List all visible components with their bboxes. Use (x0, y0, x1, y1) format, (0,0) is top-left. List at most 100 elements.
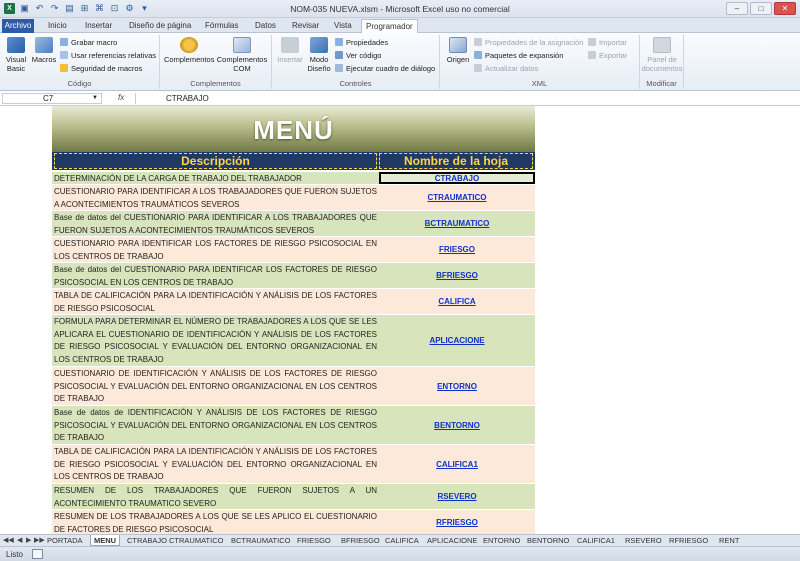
sheet-link[interactable]: CTRABAJO (379, 172, 535, 184)
tab-vista[interactable]: Vista (330, 20, 356, 32)
modo-diseno-button[interactable]: Modo Diseño (305, 37, 333, 73)
importar-label: Importar (599, 38, 627, 47)
sheet-link[interactable]: CALIFICA (379, 289, 535, 314)
propiedades-asignacion-button[interactable]: Propiedades de la asignación (474, 38, 583, 48)
sheet-tab[interactable]: BFRIESGO (338, 535, 383, 546)
name-box[interactable]: C7 ▼ (2, 93, 102, 104)
column-headers: Descripción Nombre de la hoja (52, 152, 535, 170)
seguridad-macros-label: Seguridad de macros (71, 64, 143, 73)
ejecutar-cuadro-label: Ejecutar cuadro de diálogo (346, 64, 436, 73)
complementos-button[interactable]: Complementos (164, 37, 214, 64)
exportar-button[interactable]: Exportar (588, 51, 627, 61)
tab-programador[interactable]: Programador (361, 19, 418, 33)
row-description: TABLA DE CALIFICACIÓN PARA LA IDENTIFICA… (54, 447, 377, 482)
maximize-icon[interactable]: □ (750, 2, 772, 15)
grabar-macro-button[interactable]: Grabar macro (60, 38, 117, 48)
sheet-tab[interactable]: ENTORNO (480, 535, 523, 546)
chevron-down-icon[interactable]: ▼ (92, 94, 98, 103)
complementos-com-button[interactable]: Complementos COM (216, 37, 268, 73)
tab-inicio[interactable]: Inicio (44, 20, 71, 32)
sheet-tab[interactable]: PORTADA (44, 535, 86, 546)
sheet-tab[interactable]: CTRABAJO (124, 535, 170, 546)
macros-label: Macros (31, 55, 57, 64)
ver-codigo-label: Ver código (346, 51, 382, 60)
visual-basic-button[interactable]: Visual Basic (3, 37, 29, 73)
sheet-tab[interactable]: FRIESGO (294, 535, 334, 546)
table-row: TABLA DE CALIFICACIÓN PARA LA IDENTIFICA… (52, 289, 535, 315)
name-box-value: C7 (43, 94, 54, 103)
macros-button[interactable]: Macros (31, 37, 57, 64)
column-header-descripcion: Descripción (54, 153, 377, 169)
sheet-link[interactable]: RSEVERO (379, 484, 535, 509)
worksheet[interactable]: MENÚ Descripción Nombre de la hoja DETER… (0, 106, 800, 534)
tab-revisar[interactable]: Revisar (288, 20, 323, 32)
sheet-tab[interactable]: MENU (90, 535, 121, 546)
run-dialog-icon (335, 64, 343, 72)
visual-basic-label: Visual Basic (5, 55, 27, 73)
origen-button[interactable]: Origen (444, 37, 472, 64)
sheet-link[interactable]: FRIESGO (379, 237, 535, 262)
sheet-tab[interactable]: RENT (716, 535, 742, 546)
sheet-link[interactable]: CALIFICA1 (379, 445, 535, 483)
usar-referencias-label: Usar referencias relativas (71, 51, 157, 60)
prev-sheet-icon[interactable]: ◀ (17, 536, 22, 544)
usar-referencias-button[interactable]: Usar referencias relativas (60, 51, 156, 61)
sheet-link[interactable]: ENTORNO (379, 367, 535, 405)
row-description: RESUMEN DE LOS TRABAJADORES QUE FUERON S… (54, 486, 377, 508)
sheet-tab[interactable]: CALIFICA (382, 535, 422, 546)
sheet-tab[interactable]: BENTORNO (524, 535, 572, 546)
propiedades-button[interactable]: Propiedades (335, 38, 388, 48)
row-description: CUESTIONARIO DE IDENTIFICACIÓN Y ANÁLISI… (54, 369, 377, 404)
seguridad-macros-button[interactable]: Seguridad de macros (60, 64, 142, 74)
tab-formulas[interactable]: Fórmulas (201, 20, 242, 32)
first-sheet-icon[interactable]: ◀◀ (3, 536, 14, 544)
row-description: Base de datos del CUESTIONARIO PARA IDEN… (54, 213, 377, 235)
warning-icon (60, 64, 68, 72)
importar-button[interactable]: Importar (588, 38, 627, 48)
paquetes-expansion-button[interactable]: Paquetes de expansión (474, 51, 563, 61)
sheet-tab[interactable]: CALIFICA1 (574, 535, 618, 546)
table-row: Base de datos del CUESTIONARIO PARA IDEN… (52, 263, 535, 289)
macro-record-icon[interactable] (32, 549, 43, 559)
sheet-tab[interactable]: APLICACIONE (424, 535, 480, 546)
formula-input[interactable]: CTRABAJO (135, 93, 795, 104)
sheet-tab[interactable]: RSEVERO (622, 535, 665, 546)
insert-control-icon (281, 37, 299, 53)
gear-icon (180, 37, 198, 53)
complementos-com-label: Complementos COM (216, 55, 268, 73)
actualizar-datos-button[interactable]: Actualizar datos (474, 64, 538, 74)
modo-diseno-label: Modo Diseño (307, 55, 331, 73)
tab-archivo[interactable]: Archivo (2, 19, 34, 33)
sheet-tab[interactable]: RFRIESGO (666, 535, 711, 546)
tab-datos[interactable]: Datos (251, 20, 280, 32)
tab-insertar[interactable]: Insertar (81, 20, 116, 32)
ribbon: Visual Basic Macros Grabar macro Usar re… (0, 33, 800, 91)
sheet-tab[interactable]: CTRAUMATICO (166, 535, 226, 546)
ejecutar-cuadro-button[interactable]: Ejecutar cuadro de diálogo (335, 64, 435, 74)
ver-codigo-button[interactable]: Ver código (335, 51, 381, 61)
sheet-link[interactable]: BCTRAUMATICO (379, 211, 535, 236)
table-row: CUESTIONARIO PARA IDENTIFICAR A LOS TRAB… (52, 185, 535, 211)
tab-diseno-pagina[interactable]: Diseño de página (125, 20, 195, 32)
macros-icon (35, 37, 53, 53)
next-sheet-icon[interactable]: ▶ (26, 536, 31, 544)
fx-icon[interactable]: fx (118, 93, 124, 102)
sheet-link[interactable]: RFRIESGO (379, 510, 535, 534)
sheet-link[interactable]: BFRIESGO (379, 263, 535, 288)
visual-basic-icon (7, 37, 25, 53)
document-panel-icon (653, 37, 671, 53)
insertar-control-button[interactable]: Insertar (275, 37, 305, 64)
close-icon[interactable]: ✕ (774, 2, 796, 15)
sheet-link[interactable]: CTRAUMATICO (379, 185, 535, 210)
table-row: CUESTIONARIO PARA IDENTIFICAR LOS FACTOR… (52, 237, 535, 263)
sheet-tab[interactable]: BCTRAUMATICO (228, 535, 293, 546)
page-title: MENÚ (253, 115, 334, 145)
sheet-link[interactable]: BENTORNO (379, 406, 535, 444)
minimize-icon[interactable]: – (726, 2, 748, 15)
group-label-controles: Controles (339, 79, 372, 88)
expansion-packs-icon (474, 51, 482, 59)
panel-documentos-button[interactable]: Panel de documentos (640, 37, 684, 73)
panel-documentos-label: Panel de documentos (641, 55, 683, 73)
column-header-nombre-hoja: Nombre de la hoja (379, 153, 533, 169)
sheet-link[interactable]: APLICACIONE (379, 315, 535, 366)
